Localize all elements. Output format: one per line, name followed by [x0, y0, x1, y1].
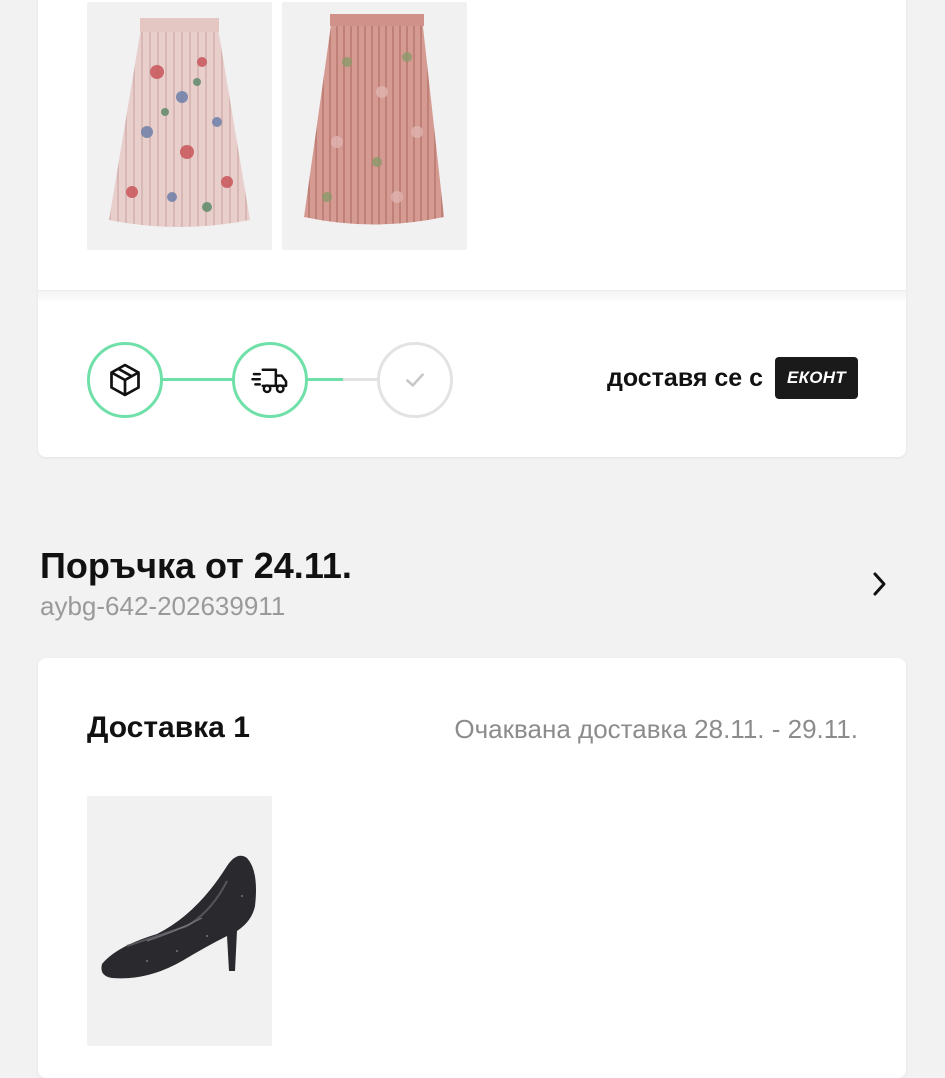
order-header[interactable]: Поръчка от 24.11. aybg-642-202639911 [40, 545, 352, 622]
delivered-by-label: доставя се с [606, 363, 764, 392]
truck-fast-icon [251, 368, 288, 394]
progress-line-partial [305, 378, 343, 381]
step-in-transit [232, 342, 308, 418]
step-packed [87, 342, 163, 418]
order-title: Поръчка от 24.11. [40, 545, 352, 586]
product-thumbnail-skirt-pink[interactable] [282, 2, 467, 250]
shipment-card[interactable]: доставя се с ЕКОНТ [38, 0, 906, 457]
order-id: aybg-642-202639911 [40, 591, 286, 621]
carrier-logo: ЕКОНТ [775, 357, 858, 399]
shipment-progress-tracker [87, 342, 453, 418]
product-thumbnail-shoe[interactable] [87, 796, 272, 1046]
delivery-card[interactable]: Доставка 1 Очаквана доставка 28.11. - 29… [38, 658, 906, 1078]
product-thumbnail-skirt-light[interactable] [87, 2, 272, 250]
step-delivered [377, 342, 453, 418]
check-icon [406, 373, 424, 387]
progress-line-pending [343, 378, 381, 381]
card-divider [38, 290, 906, 303]
expected-delivery-date: Очаквана доставка 28.11. - 29.11. [454, 714, 858, 744]
chevron-right-icon[interactable] [867, 570, 891, 598]
package-icon [110, 363, 140, 397]
delivered-by: доставя се с ЕКОНТ [607, 357, 858, 399]
progress-line-done [159, 378, 237, 381]
delivery-title: Доставка 1 [87, 711, 250, 744]
